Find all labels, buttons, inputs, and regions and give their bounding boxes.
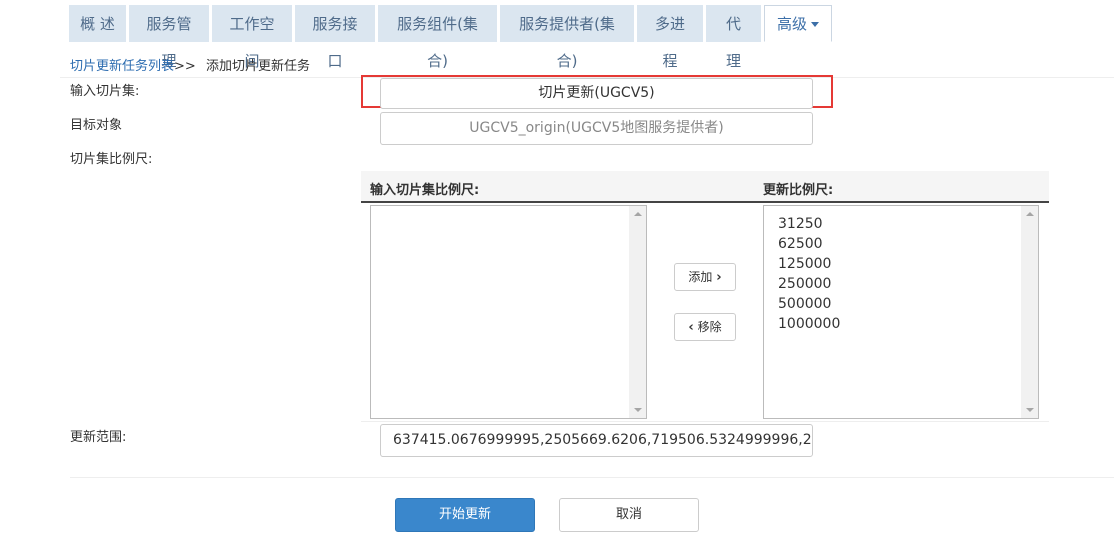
tab-workspace[interactable]: 工作空间 [212,5,292,70]
update-scales-scrollbar[interactable] [1021,206,1038,418]
remove-scale-label: 移除 [697,320,722,334]
update-scales-listbox[interactable]: 31250 62500 125000 250000 500000 1000000 [763,205,1039,419]
breadcrumb-parent-link[interactable]: 切片更新任务列表 [70,59,174,74]
breadcrumb: 切片更新任务列表>> 添加切片更新任务 [70,55,310,74]
scroll-down-icon[interactable] [1026,408,1034,412]
tab-multiprocess[interactable]: 多进程 [637,5,703,70]
scale-option[interactable]: 1000000 [778,314,1038,334]
chevron-left-icon: ‹ [688,320,694,335]
scale-option[interactable]: 31250 [778,214,1038,234]
add-scale-button[interactable]: 添加 › [674,263,736,291]
main-tabs: 概 述 服务管理 工作空间 服务接口 服务组件(集合) 服务提供者(集合) 多进… [69,5,835,70]
remove-scale-button[interactable]: ‹ 移除 [674,313,736,341]
tab-service-providers[interactable]: 服务提供者(集合) [500,5,634,70]
range-label: 更新范围: [70,430,127,445]
target-field[interactable]: UGCV5_origin(UGCV5地图服务提供者) [380,112,813,145]
tab-proxy[interactable]: 代 理 [706,5,761,70]
scroll-up-icon[interactable] [1026,212,1034,216]
range-input[interactable]: 637415.0676999995,2505669.6206,719506.53… [380,424,813,457]
input-scales-items [371,206,646,214]
breadcrumb-separator: >> [174,59,196,74]
input-scales-scrollbar[interactable] [629,206,646,418]
cancel-button[interactable]: 取消 [559,498,699,532]
start-update-button[interactable]: 开始更新 [395,498,535,532]
scroll-down-icon[interactable] [634,408,642,412]
scroll-up-icon[interactable] [634,212,642,216]
tileset-label: 输入切片集: [70,84,140,99]
tab-service-management[interactable]: 服务管理 [129,5,209,70]
tab-advanced-label: 高级 [776,15,807,33]
input-scales-listbox[interactable] [370,205,647,419]
add-scale-label: 添加 [688,270,713,284]
scale-option[interactable]: 125000 [778,254,1038,274]
tab-overview[interactable]: 概 述 [69,5,126,42]
tab-advanced[interactable]: 高级 [764,5,832,42]
update-scales-header: 更新比例尺: [763,183,834,198]
divider-scales [361,421,1049,422]
input-scales-header: 输入切片集比例尺: [370,183,480,198]
breadcrumb-current: 添加切片更新任务 [205,59,310,74]
tab-service-interface[interactable]: 服务接口 [295,5,375,70]
scale-label: 切片集比例尺: [70,152,153,167]
scale-header: 输入切片集比例尺: 更新比例尺: [361,171,1049,203]
target-label: 目标对象 [70,118,123,133]
update-scales-items: 31250 62500 125000 250000 500000 1000000 [764,206,1038,334]
caret-down-icon [811,22,819,27]
tab-service-components[interactable]: 服务组件(集合) [378,5,497,70]
tileset-select[interactable]: 切片更新(UGCV5) [380,78,813,109]
scale-option[interactable]: 62500 [778,234,1038,254]
chevron-right-icon: › [716,270,722,285]
scale-option[interactable]: 250000 [778,274,1038,294]
scale-option[interactable]: 500000 [778,294,1038,314]
divider-bottom [70,477,1114,478]
